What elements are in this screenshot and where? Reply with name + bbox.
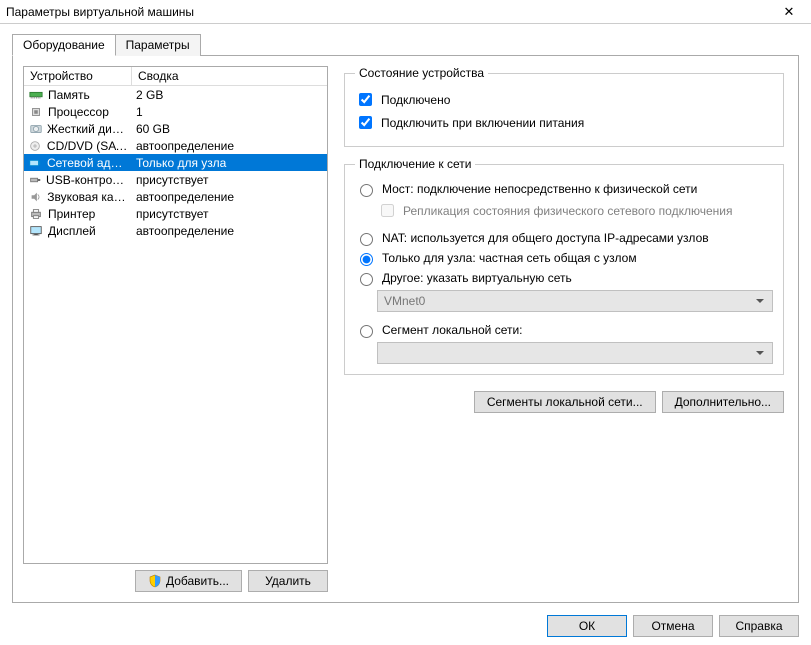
checkbox-on-power-input[interactable] xyxy=(359,116,372,129)
device-state-group: Состояние устройства Подключено Подключи… xyxy=(344,66,784,147)
device-name: Жесткий диск... xyxy=(47,122,128,136)
cd-icon xyxy=(28,140,43,152)
checkbox-replicate: Репликация состояния физического сетевог… xyxy=(377,201,773,220)
checkbox-connected-input[interactable] xyxy=(359,93,372,106)
right-column: Состояние устройства Подключено Подключи… xyxy=(344,66,788,592)
radio-hostonly[interactable]: Только для узла: частная сеть общая с уз… xyxy=(355,250,773,266)
device-list-header: Устройство Сводка xyxy=(24,67,327,86)
device-summary: автоопределение xyxy=(132,139,327,153)
radio-custom-label: Другое: указать виртуальную сеть xyxy=(382,271,572,285)
device-list[interactable]: Устройство Сводка Память2 GBПроцессор1Же… xyxy=(23,66,328,564)
checkbox-on-power[interactable]: Подключить при включении питания xyxy=(355,113,773,132)
device-summary: автоопределение xyxy=(132,190,327,204)
checkbox-connected-label: Подключено xyxy=(381,93,450,107)
checkbox-connected[interactable]: Подключено xyxy=(355,90,773,109)
device-row[interactable]: Процессор 1 xyxy=(24,103,327,120)
device-name: CD/DVD (SATA) xyxy=(47,139,128,153)
lan-segments-button[interactable]: Сегменты локальной сети... xyxy=(474,391,656,413)
device-state-legend: Состояние устройства xyxy=(355,66,488,80)
device-summary: 2 GB xyxy=(132,88,327,102)
device-name: Звуковая карта xyxy=(47,190,128,204)
device-name: Процессор xyxy=(48,105,109,119)
titlebar: Параметры виртуальной машины ✕ xyxy=(0,0,811,24)
device-summary: автоопределение xyxy=(132,224,327,238)
device-summary: Только для узла xyxy=(132,156,327,170)
device-summary: 60 GB xyxy=(132,122,327,136)
cpu-icon xyxy=(28,106,44,118)
nic-icon xyxy=(28,157,43,169)
tab-strip: Оборудование Параметры xyxy=(12,34,799,56)
device-row[interactable]: Память 2 GB xyxy=(24,86,327,103)
device-name: Дисплей xyxy=(48,224,96,238)
radio-hostonly-input[interactable] xyxy=(360,253,373,266)
header-summary[interactable]: Сводка xyxy=(132,67,327,85)
device-row[interactable]: Звуковая карта автоопределение xyxy=(24,188,327,205)
device-row[interactable]: Принтер присутствует xyxy=(24,205,327,222)
radio-hostonly-label: Только для узла: частная сеть общая с уз… xyxy=(382,251,637,265)
tab-parameters[interactable]: Параметры xyxy=(115,34,201,56)
device-row[interactable]: CD/DVD (SATA) автоопределение xyxy=(24,137,327,154)
device-name: Память xyxy=(48,88,90,102)
close-icon: ✕ xyxy=(784,5,795,18)
device-name: Сетевой адап... xyxy=(47,156,128,170)
extra-buttons: Сегменты локальной сети... Дополнительно… xyxy=(344,391,784,413)
device-list-buttons: Добавить... Удалить xyxy=(23,570,328,592)
add-device-button[interactable]: Добавить... xyxy=(135,570,242,592)
device-name: USB-контроллер xyxy=(46,173,128,187)
sound-icon xyxy=(28,191,43,203)
network-group: Подключение к сети Мост: подключение неп… xyxy=(344,157,784,375)
disk-icon xyxy=(28,123,43,135)
usb-icon xyxy=(28,174,42,186)
help-button[interactable]: Справка xyxy=(719,615,799,637)
radio-lansegment-label: Сегмент локальной сети: xyxy=(382,323,523,337)
lansegment-combo xyxy=(377,342,773,364)
radio-nat-label: NAT: используется для общего доступа IP-… xyxy=(382,231,709,245)
device-row[interactable]: Сетевой адап... Только для узла xyxy=(24,154,327,171)
advanced-button[interactable]: Дополнительно... xyxy=(662,391,784,413)
checkbox-replicate-label: Репликация состояния физического сетевог… xyxy=(403,204,732,218)
tab-body: Устройство Сводка Память2 GBПроцессор1Же… xyxy=(12,55,799,603)
device-row[interactable]: Жесткий диск... 60 GB xyxy=(24,120,327,137)
device-summary: присутствует xyxy=(132,173,327,187)
checkbox-on-power-label: Подключить при включении питания xyxy=(381,116,584,130)
radio-bridged[interactable]: Мост: подключение непосредственно к физи… xyxy=(355,181,773,197)
device-row[interactable]: USB-контроллер присутствует xyxy=(24,171,327,188)
custom-network-combo: VMnet0 xyxy=(377,290,773,312)
tab-hardware[interactable]: Оборудование xyxy=(12,34,116,56)
shield-icon xyxy=(148,574,162,588)
left-column: Устройство Сводка Память2 GBПроцессор1Же… xyxy=(23,66,328,592)
radio-nat-input[interactable] xyxy=(360,233,373,246)
checkbox-replicate-input xyxy=(381,204,394,217)
device-summary: 1 xyxy=(132,105,327,119)
radio-custom-input[interactable] xyxy=(360,273,373,286)
device-name: Принтер xyxy=(48,207,95,221)
device-row[interactable]: Дисплей автоопределение xyxy=(24,222,327,239)
radio-lansegment-input[interactable] xyxy=(360,325,373,338)
window-title: Параметры виртуальной машины xyxy=(6,5,767,19)
printer-icon xyxy=(28,208,44,220)
custom-network-value: VMnet0 xyxy=(384,294,425,308)
radio-bridged-label: Мост: подключение непосредственно к физи… xyxy=(382,182,697,196)
ok-button[interactable]: ОК xyxy=(547,615,627,637)
dialog-footer: ОК Отмена Справка xyxy=(0,609,811,645)
remove-device-button[interactable]: Удалить xyxy=(248,570,328,592)
header-device[interactable]: Устройство xyxy=(24,67,132,85)
add-device-label: Добавить... xyxy=(166,574,229,588)
radio-bridged-input[interactable] xyxy=(360,184,373,197)
display-icon xyxy=(28,225,44,237)
device-summary: присутствует xyxy=(132,207,327,221)
network-legend: Подключение к сети xyxy=(355,157,475,171)
close-button[interactable]: ✕ xyxy=(767,0,811,24)
radio-custom[interactable]: Другое: указать виртуальную сеть xyxy=(355,270,773,286)
radio-nat[interactable]: NAT: используется для общего доступа IP-… xyxy=(355,230,773,246)
memory-icon xyxy=(28,89,44,101)
cancel-button[interactable]: Отмена xyxy=(633,615,713,637)
radio-lansegment[interactable]: Сегмент локальной сети: xyxy=(355,322,773,338)
